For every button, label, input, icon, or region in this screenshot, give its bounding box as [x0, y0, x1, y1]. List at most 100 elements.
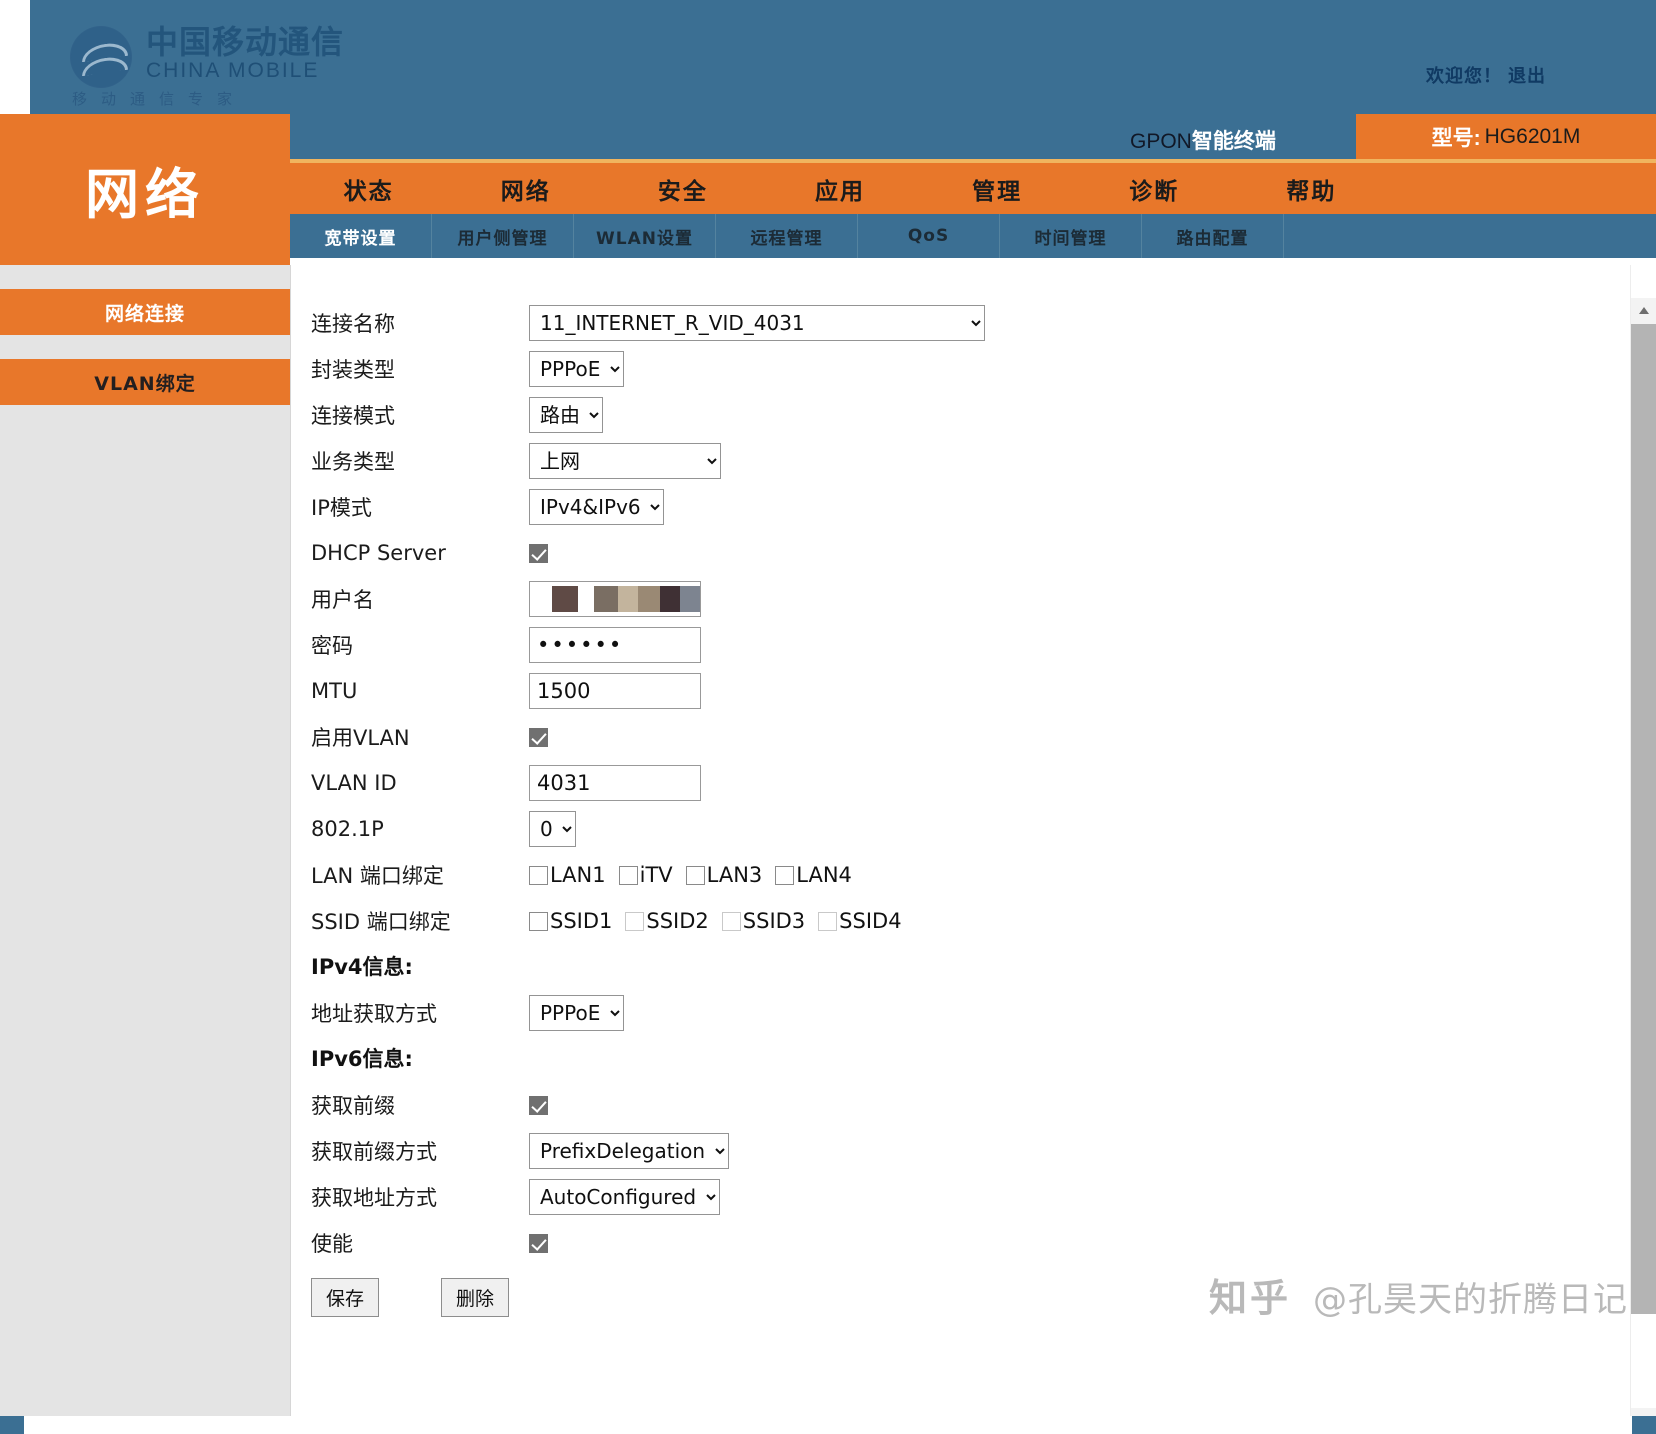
- lan3-label: LAN3: [707, 863, 763, 887]
- lan-binding-option-lan1[interactable]: LAN1: [529, 863, 606, 887]
- row-service-type: 业务类型 上网: [311, 438, 1561, 484]
- label-mtu: MTU: [311, 679, 529, 703]
- lan1-label: LAN1: [550, 863, 606, 887]
- section-heading-ipv4: IPv4信息:: [311, 944, 1561, 990]
- lan1-checkbox[interactable]: [529, 866, 548, 885]
- lan-binding-option-lan3[interactable]: LAN3: [686, 863, 763, 887]
- lan-binding-option-lan4[interactable]: LAN4: [775, 863, 852, 887]
- prefix-mode-select[interactable]: PrefixDelegation: [529, 1133, 729, 1169]
- logo-slogan: 移动通信专家: [72, 88, 246, 109]
- nav-item-status[interactable]: 状态: [290, 163, 447, 214]
- nav-item-manage[interactable]: 管理: [919, 163, 1076, 214]
- password-input[interactable]: [529, 627, 701, 663]
- vlan-id-input[interactable]: [529, 765, 701, 801]
- row-enable-vlan: 启用VLAN: [311, 714, 1561, 760]
- row-ssid-binding: SSID 端口绑定 SSID1 SSID2 SSID3 SSID4: [311, 898, 1561, 944]
- field-enable: [529, 1234, 548, 1253]
- service-type-select[interactable]: 上网: [529, 443, 721, 479]
- subtab-qos[interactable]: QoS: [858, 214, 1000, 258]
- connection-name-select[interactable]: 11_INTERNET_R_VID_4031: [529, 305, 985, 341]
- logo-english-text: CHINA MOBILE: [146, 60, 319, 82]
- field-ip-mode: IPv4&IPv6: [529, 489, 664, 525]
- label-ip-mode: IP模式: [311, 492, 529, 522]
- nav-item-help[interactable]: 帮助: [1233, 163, 1390, 214]
- left-sidebar: 网络连接 VLAN绑定: [0, 265, 290, 1434]
- field-dot1p: 0: [529, 811, 576, 847]
- label-get-prefix: 获取前缀: [311, 1090, 529, 1120]
- lan4-checkbox[interactable]: [775, 866, 794, 885]
- ipv4-address-mode-select[interactable]: PPPoE: [529, 995, 624, 1031]
- scroll-up-arrow-icon[interactable]: [1631, 298, 1656, 324]
- vertical-scrollbar[interactable]: [1630, 265, 1656, 1434]
- label-dot1p: 802.1P: [311, 817, 529, 841]
- row-ip-mode: IP模式 IPv4&IPv6: [311, 484, 1561, 530]
- subtab-time-management[interactable]: 时间管理: [1000, 214, 1142, 258]
- field-username: [529, 581, 701, 617]
- subtab-wlan-settings[interactable]: WLAN设置: [574, 214, 716, 258]
- dhcp-server-checkbox[interactable]: [529, 544, 548, 563]
- nav-item-security[interactable]: 安全: [604, 163, 761, 214]
- sub-navigation: 宽带设置 用户侧管理 WLAN设置 远程管理 QoS 时间管理 路由配置: [290, 214, 1656, 258]
- field-password: [529, 627, 701, 663]
- label-enable: 使能: [311, 1228, 529, 1258]
- ssid1-checkbox[interactable]: [529, 912, 548, 931]
- address-mode-select[interactable]: AutoConfigured: [529, 1179, 720, 1215]
- field-prefix-mode: PrefixDelegation: [529, 1133, 729, 1169]
- field-dhcp-server: [529, 544, 548, 563]
- lan4-label: LAN4: [796, 863, 852, 887]
- enable-vlan-checkbox[interactable]: [529, 728, 548, 747]
- content-panel: 连接名称 11_INTERNET_R_VID_4031 封装类型 PPPoE 连…: [290, 265, 1656, 1434]
- sidebar-item-network-connection[interactable]: 网络连接: [0, 289, 290, 335]
- get-prefix-checkbox[interactable]: [529, 1096, 548, 1115]
- connection-mode-select[interactable]: 路由: [529, 397, 603, 433]
- label-prefix-mode: 获取前缀方式: [311, 1136, 529, 1166]
- china-mobile-logo-icon: [70, 26, 132, 88]
- scrollbar-thumb[interactable]: [1631, 324, 1656, 1314]
- lan3-checkbox[interactable]: [686, 866, 705, 885]
- ip-mode-select[interactable]: IPv4&IPv6: [529, 489, 664, 525]
- ssid2-checkbox[interactable]: [625, 912, 644, 931]
- subtab-user-side-management[interactable]: 用户侧管理: [432, 214, 574, 258]
- subtab-route-config[interactable]: 路由配置: [1142, 214, 1284, 258]
- encapsulation-select[interactable]: PPPoE: [529, 351, 624, 387]
- logout-link[interactable]: 退出: [1508, 66, 1546, 86]
- enable-checkbox[interactable]: [529, 1234, 548, 1253]
- product-name-prefix: GPON: [1130, 130, 1192, 153]
- nav-item-apps[interactable]: 应用: [761, 163, 918, 214]
- label-username: 用户名: [311, 584, 529, 614]
- sidebar-item-vlan-binding[interactable]: VLAN绑定: [0, 359, 290, 405]
- label-connection-name: 连接名称: [311, 308, 529, 338]
- row-prefix-mode: 获取前缀方式 PrefixDelegation: [311, 1128, 1561, 1174]
- delete-button[interactable]: 删除: [441, 1278, 509, 1317]
- dot1p-select[interactable]: 0: [529, 811, 576, 847]
- lan-binding-option-itv[interactable]: iTV: [619, 863, 673, 887]
- ssid-binding-option-ssid4[interactable]: SSID4: [818, 909, 901, 933]
- ssid3-checkbox[interactable]: [722, 912, 741, 931]
- row-address-mode: 获取地址方式 AutoConfigured: [311, 1174, 1561, 1220]
- ssid3-label: SSID3: [743, 909, 805, 933]
- nav-item-network[interactable]: 网络: [447, 163, 604, 214]
- ssid4-label: SSID4: [839, 909, 901, 933]
- row-encapsulation: 封装类型 PPPoE: [311, 346, 1561, 392]
- label-ssid-binding: SSID 端口绑定: [311, 906, 529, 936]
- field-service-type: 上网: [529, 443, 721, 479]
- label-lan-binding: LAN 端口绑定: [311, 860, 529, 890]
- save-button[interactable]: 保存: [311, 1278, 379, 1317]
- nav-item-diagnose[interactable]: 诊断: [1076, 163, 1233, 214]
- ssid-binding-option-ssid3[interactable]: SSID3: [722, 909, 805, 933]
- label-address-mode: 获取地址方式: [311, 1182, 529, 1212]
- ssid4-checkbox[interactable]: [818, 912, 837, 931]
- ssid-binding-option-ssid1[interactable]: SSID1: [529, 909, 612, 933]
- row-username: 用户名: [311, 576, 1561, 622]
- label-vlan-id: VLAN ID: [311, 771, 529, 795]
- label-connection-mode: 连接模式: [311, 400, 529, 430]
- mtu-input[interactable]: [529, 673, 701, 709]
- ssid1-label: SSID1: [550, 909, 612, 933]
- subtab-broadband-settings[interactable]: 宽带设置: [290, 214, 432, 258]
- ssid-binding-option-ssid2[interactable]: SSID2: [625, 909, 708, 933]
- username-input-wrap[interactable]: [529, 581, 701, 617]
- itv-checkbox[interactable]: [619, 866, 638, 885]
- field-ipv4-address-mode: PPPoE: [529, 995, 624, 1031]
- field-connection-name: 11_INTERNET_R_VID_4031: [529, 305, 985, 341]
- subtab-remote-management[interactable]: 远程管理: [716, 214, 858, 258]
